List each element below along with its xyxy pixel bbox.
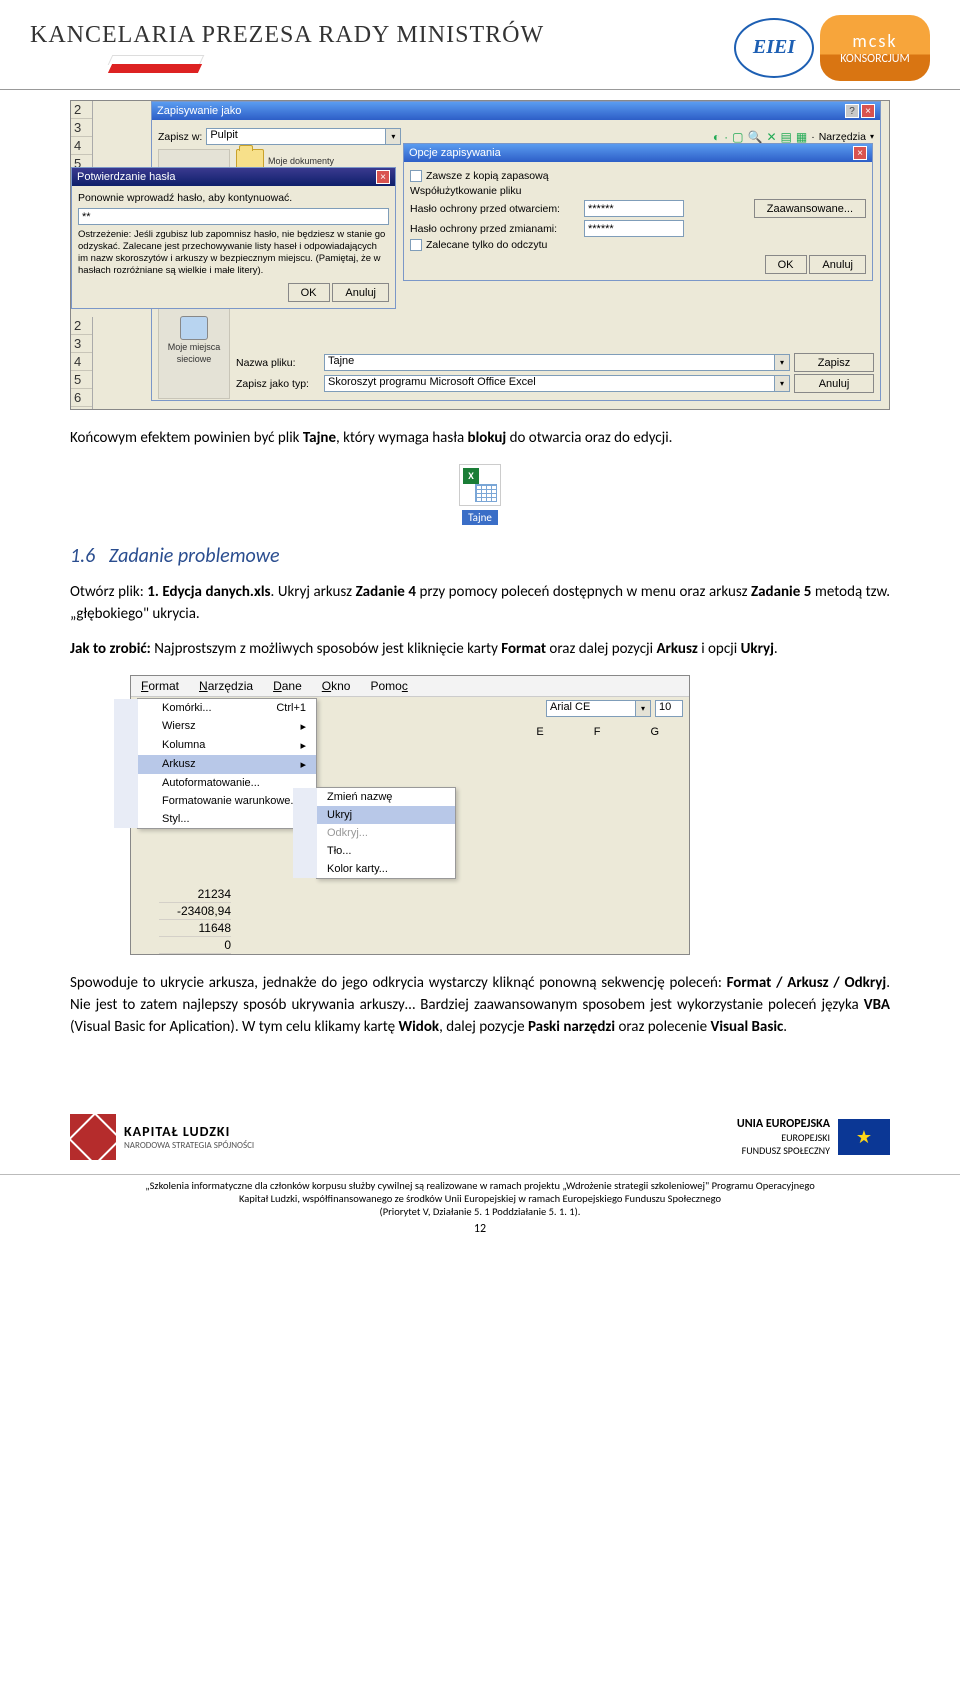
dialog-confirm-password: Potwierdzanie hasła × Ponownie wprowadź … <box>71 167 396 309</box>
page-number: 12 <box>0 1222 960 1236</box>
polish-flag-icon <box>110 55 200 73</box>
paragraph-howto: Jak to zrobić: Najprostszym z możliwych … <box>70 639 890 661</box>
header-title: KANCELARIA PREZESA RADY MINISTRÓW <box>30 22 734 49</box>
label-password-open: Hasło ochrony przed otwarciem: <box>410 203 580 215</box>
mi-wiersz[interactable]: Wiersz▸ <box>114 717 316 736</box>
checkbox-backup[interactable]: Zawsze z kopią zapasową <box>410 170 866 182</box>
heading-1-6: 1.6 Zadanie problemowe <box>70 544 890 568</box>
chevron-down-icon: ▾ <box>870 132 874 141</box>
mi-autoformat[interactable]: Autoformatowanie... <box>114 774 316 792</box>
ok-button[interactable]: OK <box>765 255 807 274</box>
chevron-right-icon: ▸ <box>300 720 306 733</box>
smi-unhide: Odkryj... <box>293 824 455 842</box>
group-share-label: Współużytkowanie pliku <box>410 185 866 197</box>
label-password-modify: Hasło ochrony przed zmianami: <box>410 223 580 235</box>
paragraph-result: Końcowym efektem powinien być plik Tajne… <box>70 428 890 450</box>
search-icon[interactable]: 🔍 <box>748 130 763 144</box>
row-numbers-bottom: 2 3 4 5 6 <box>71 317 93 409</box>
chevron-right-icon: ▸ <box>300 739 306 752</box>
menu-window[interactable]: OknoOkno <box>312 676 361 696</box>
paragraph-task: Otwórz plik: 1. Edycja danych.xls. Ukryj… <box>70 582 890 626</box>
dialog-title: Zapisywanie jako <box>157 105 241 117</box>
dropdown-filetype[interactable]: Skoroszyt programu Microsoft Office Exce… <box>324 375 790 392</box>
tools-dropdown[interactable]: Narzędzia <box>819 131 866 143</box>
menu-format[interactable]: FFormatormat <box>131 676 189 696</box>
input-password-modify[interactable] <box>584 220 684 237</box>
prompt-text: Ponownie wprowadź hasło, aby kontynuować… <box>78 192 389 204</box>
label-filetype: Zapisz jako typ: <box>236 378 320 390</box>
file-label: Tajne <box>462 510 498 525</box>
cancel-button[interactable]: Anuluj <box>794 374 874 393</box>
dropdown-format: Komórki...Ctrl+1 Wiersz▸ Kolumna▸ Arkusz… <box>137 698 317 829</box>
cancel-button[interactable]: Anuluj <box>809 255 866 274</box>
mi-style[interactable]: Styl... <box>114 810 316 828</box>
close-icon[interactable]: × <box>376 170 390 184</box>
dialog-title: Potwierdzanie hasła <box>77 171 175 183</box>
screenshot-format-menu: FFormatormat NarzędziaNarzędzia DaneDane… <box>130 675 690 955</box>
ok-button[interactable]: OK <box>288 283 330 302</box>
font-name-dropdown[interactable]: Arial CE <box>546 700 636 717</box>
mi-kolumna[interactable]: Kolumna▸ <box>114 736 316 755</box>
input-password-open[interactable] <box>584 200 684 217</box>
mi-komorki[interactable]: Komórki...Ctrl+1 <box>114 699 316 717</box>
submenu-arkusz: Zmień nazwę Ukryj Odkryj... Tło... Kolor… <box>316 787 456 879</box>
smi-background[interactable]: Tło... <box>293 842 455 860</box>
dialog-save-options: Opcje zapisywania × Zawsze z kopią zapas… <box>403 143 873 281</box>
delete-icon[interactable]: ✕ <box>766 130 776 144</box>
column-headers: E F G <box>536 726 659 738</box>
label-save-in: Zapisz w: <box>158 131 202 143</box>
worksheet-values: 21234 -23408,94 11648 0 <box>131 886 231 954</box>
row-numbers-top: 2 3 4 5 <box>71 101 93 177</box>
toolbar-icons[interactable]: ◐ · ▢ 🔍 ✕ ▤ ▦ <box>713 130 807 144</box>
star-icon <box>70 1114 116 1160</box>
font-size-dropdown[interactable]: 10 <box>655 700 683 717</box>
menu-tools[interactable]: NarzędziaNarzędzia <box>189 676 263 696</box>
close-icon[interactable]: × <box>861 104 875 118</box>
input-filename[interactable]: Tajne ▾ <box>324 354 790 371</box>
label-filename: Nazwa pliku: <box>236 357 320 369</box>
smi-tabcolor[interactable]: Kolor karty... <box>293 860 455 878</box>
smi-hide[interactable]: Ukryj <box>293 806 455 824</box>
screenshot-save-dialogs: 2 3 4 5 2 3 4 5 6 Zapisywanie jako ? × <box>70 100 890 410</box>
up-icon[interactable]: ▢ <box>732 130 743 144</box>
footer-logos: KAPITAŁ LUDZKI NARODOWA STRATEGIA SPÓJNO… <box>0 1108 960 1166</box>
mi-conditional[interactable]: Formatowanie warunkowe... <box>114 792 316 810</box>
chevron-down-icon: ▾ <box>775 375 790 392</box>
page-header: KANCELARIA PREZESA RADY MINISTRÓW EIEI m… <box>0 0 960 90</box>
logo-ei: EIEI <box>734 18 814 78</box>
menu-bar: FFormatormat NarzędziaNarzędzia DaneDane… <box>131 676 689 697</box>
save-button[interactable]: Zapisz <box>794 353 874 372</box>
chevron-right-icon: ▸ <box>300 758 306 771</box>
new-folder-icon[interactable]: ▤ <box>781 130 792 144</box>
help-icon[interactable]: ? <box>845 104 859 118</box>
warning-text: Ostrzeżenie: Jeśli zgubisz lub zapomnisz… <box>78 229 389 277</box>
back-icon[interactable]: ◐ <box>713 130 720 144</box>
logo-mcsk: mcsk KONSORCJUM <box>820 15 930 81</box>
input-confirm-password[interactable] <box>78 208 389 225</box>
mi-arkusz[interactable]: Arkusz▸ <box>114 755 316 774</box>
cancel-button[interactable]: Anuluj <box>332 283 389 302</box>
menu-data[interactable]: DaneDane <box>263 676 312 696</box>
font-controls: Arial CE▾ 10 <box>546 700 683 717</box>
chevron-down-icon: ▾ <box>386 128 401 145</box>
smi-rename[interactable]: Zmień nazwę <box>293 788 455 806</box>
chevron-down-icon: ▾ <box>636 700 651 717</box>
dialog-title: Opcje zapisywania <box>409 147 501 159</box>
close-icon[interactable]: × <box>853 146 867 160</box>
paragraph-vba: Spowoduje to ukrycie arkusza, jednakże d… <box>70 973 890 1038</box>
dropdown-save-in[interactable]: Pulpit ▾ <box>206 128 406 145</box>
logo-kapital-ludzki: KAPITAŁ LUDZKI NARODOWA STRATEGIA SPÓJNO… <box>70 1114 254 1160</box>
excel-file-icon-block: X Tajne <box>70 464 890 526</box>
place-network[interactable]: Moje miejsca sieciowe <box>164 316 224 364</box>
checkbox-readonly[interactable]: Zalecane tylko do odczytu <box>410 239 866 251</box>
views-icon[interactable]: ▦ <box>796 130 807 144</box>
eu-flag-icon: ★ <box>838 1119 890 1155</box>
footer-note: „Szkolenia informatyczne dla członków ko… <box>0 1174 960 1222</box>
network-icon <box>180 316 208 340</box>
excel-icon: X <box>459 464 501 506</box>
chevron-down-icon: ▾ <box>775 354 790 371</box>
advanced-button[interactable]: Zaawansowane... <box>754 199 866 218</box>
menu-help[interactable]: PomocPomoc <box>360 676 417 696</box>
logo-eu: UNIA EUROPEJSKA EUROPEJSKI FUNDUSZ SPOŁE… <box>737 1117 890 1157</box>
